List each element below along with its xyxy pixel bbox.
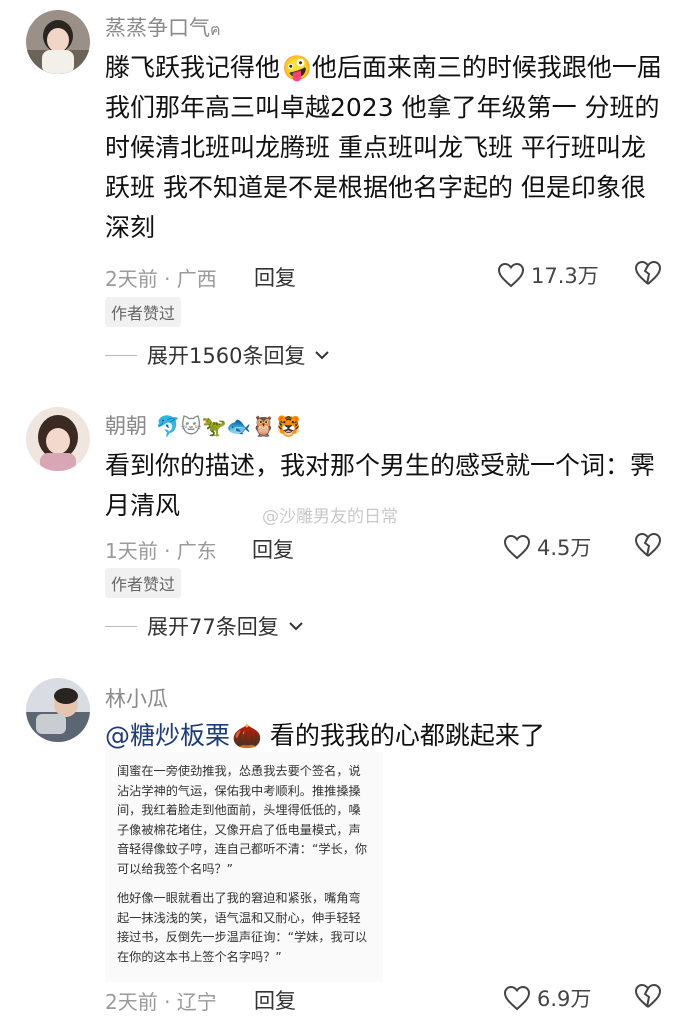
user-avatar[interactable] xyxy=(26,10,90,74)
username[interactable]: 蒸蒸争口气ฅ xyxy=(105,12,221,43)
heart-icon xyxy=(503,985,531,1011)
time-location: 2天前 · 辽宁 xyxy=(105,990,217,1014)
heart-icon xyxy=(503,534,531,560)
heart-icon xyxy=(497,262,525,288)
mention-link[interactable]: @糖炒板栗 xyxy=(105,721,230,750)
like-count: 17.3万 xyxy=(531,264,599,288)
user-avatar[interactable] xyxy=(26,678,90,742)
expand-replies-button[interactable]: 展开77条回复 xyxy=(105,611,303,641)
reply-button[interactable]: 回复 xyxy=(252,534,294,564)
time-location: 1天前 · 广东 xyxy=(105,539,217,563)
inset-paragraph: 他好像一眼就看出了我的窘迫和紧张，嘴角弯起一抹浅浅的笑，语气温和又耐心，伸手轻轻… xyxy=(117,891,368,964)
broken-heart-icon xyxy=(634,983,662,1008)
username-suffix: ฅ xyxy=(210,20,221,39)
username[interactable]: 林小瓜 xyxy=(105,683,168,713)
dislike-button[interactable] xyxy=(634,532,662,562)
time-location: 2天前 · 广西 xyxy=(105,267,217,291)
broken-heart-icon xyxy=(634,260,662,285)
silly-face-emoji-icon: 🤪 xyxy=(282,54,312,82)
chevron-down-icon xyxy=(289,622,303,631)
like-button[interactable]: 6.9万 xyxy=(503,983,591,1013)
attached-text-image[interactable]: 闺蜜在一旁使劲推我，怂恿我去要个签名，说沾沾学神的气运，保佑我中考顺利。推推搡搡… xyxy=(105,752,383,982)
dislike-button[interactable] xyxy=(634,983,662,1013)
like-count: 6.9万 xyxy=(537,987,592,1011)
username[interactable]: 朝朝 🐬🐱🦖🐟🦉🐯 xyxy=(105,410,301,440)
author-liked-badge: 作者赞过 xyxy=(105,297,182,327)
dislike-button[interactable] xyxy=(634,260,662,290)
comment-text: @糖炒板栗🌰 看的我我的心都跳起来了 xyxy=(105,721,545,750)
user-avatar[interactable] xyxy=(26,407,90,471)
expand-replies-button[interactable]: 展开1560条回复 xyxy=(105,340,330,370)
divider xyxy=(105,625,137,627)
broken-heart-icon xyxy=(634,532,662,557)
like-button[interactable]: 4.5万 xyxy=(503,532,591,562)
reply-button[interactable]: 回复 xyxy=(254,262,296,292)
animal-emojis-icon: 🐬🐱🦖🐟🦉🐯 xyxy=(155,414,302,438)
like-button[interactable]: 17.3万 xyxy=(497,260,599,290)
like-count: 4.5万 xyxy=(537,536,592,560)
inset-paragraph: 闺蜜在一旁使劲推我，怂恿我去要个签名，说沾沾学神的气运，保佑我中考顺利。推推搡搡… xyxy=(117,764,368,876)
watermark: @沙雕男友的日常 xyxy=(262,507,398,527)
author-liked-badge: 作者赞过 xyxy=(105,568,182,598)
reply-button[interactable]: 回复 xyxy=(254,985,296,1015)
divider xyxy=(105,354,137,356)
chestnut-emoji-icon: 🌰 xyxy=(232,722,262,750)
comment-text: 滕飞跃我记得他🤪他后面来南三的时候我跟他一届 我们那年高三叫卓越2023 他拿了… xyxy=(105,53,662,242)
chevron-down-icon xyxy=(315,351,330,360)
